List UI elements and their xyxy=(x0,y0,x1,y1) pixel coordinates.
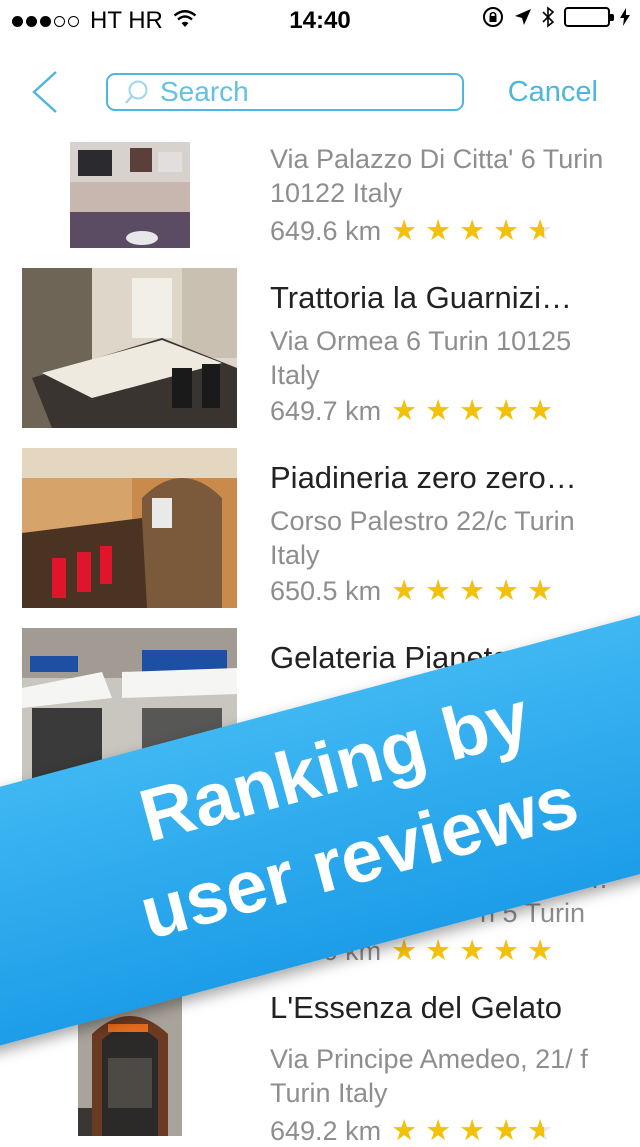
bluetooth-icon xyxy=(542,6,554,28)
star-icon: ★ xyxy=(391,935,418,967)
search-icon xyxy=(125,80,148,104)
restaurant-meta: 649.2 km ★ ★ ★ ★ ★ xyxy=(270,1116,561,1147)
cancel-button[interactable]: Cancel xyxy=(508,76,598,109)
star-icon: ★ xyxy=(527,935,554,967)
star-icon: ★ xyxy=(391,1115,418,1147)
restaurant-distance: 649.6 km xyxy=(270,216,382,246)
search-field[interactable]: Search xyxy=(106,73,464,111)
back-button[interactable] xyxy=(28,70,62,114)
orientation-lock-icon xyxy=(482,6,504,28)
status-bar: HT HR 14:40 xyxy=(0,0,640,40)
rating-stars: ★ ★ ★ ★ ★ xyxy=(391,577,561,606)
star-icon: ★ xyxy=(493,395,520,427)
restaurant-distance: 649.2 km xyxy=(270,1116,382,1146)
star-icon: ★ xyxy=(493,1115,520,1147)
rating-stars: ★ ★ ★ ★ ★ xyxy=(391,397,561,426)
rating-stars: ★ ★ ★ ★ ★ xyxy=(391,937,561,966)
star-icon: ★ xyxy=(425,935,452,967)
star-icon: ★ xyxy=(459,215,486,247)
star-icon: ★ xyxy=(391,395,418,427)
list-item[interactable]: Via Palazzo Di Citta' 6 Turin 10122 Ital… xyxy=(0,138,640,262)
star-icon: ★ xyxy=(493,575,520,607)
restaurant-name: Trattoria la Guarnizi… xyxy=(270,280,573,315)
restaurant-name: Piadineria zero zero… xyxy=(270,460,577,495)
star-icon: ★ xyxy=(493,935,520,967)
star-icon: ★ xyxy=(527,395,554,427)
star-icon: ★ xyxy=(459,1115,486,1147)
status-right xyxy=(472,6,630,28)
restaurant-distance: 649.7 km xyxy=(270,396,382,426)
star-icon: ★ xyxy=(459,935,486,967)
search-placeholder: Search xyxy=(160,76,249,107)
star-icon: ★ xyxy=(425,575,452,607)
half-star-icon: ★ xyxy=(527,217,561,247)
star-icon: ★ xyxy=(391,215,418,247)
battery-icon xyxy=(564,7,614,27)
star-icon: ★ xyxy=(391,575,418,607)
restaurant-address: Via Principe Amedeo, 21/ f Turin Italy xyxy=(270,1044,588,1108)
restaurant-photo xyxy=(70,142,190,248)
rating-stars: ★ ★ ★ ★ ★ xyxy=(391,215,561,247)
restaurant-name: L'Essenza del Gelato xyxy=(270,990,562,1025)
charging-icon xyxy=(620,8,630,26)
restaurant-address: Via Palazzo Di Citta' 6 Turin 10122 Ital… xyxy=(270,144,604,208)
list-item[interactable]: Trattoria la Guarnizi… Via Ormea 6 Turin… xyxy=(0,266,640,442)
restaurant-photo xyxy=(22,448,237,608)
half-star-icon: ★ xyxy=(527,1117,561,1147)
rating-stars: ★ ★ ★ ★ ★ xyxy=(391,1115,561,1147)
navigation-bar: Search Cancel xyxy=(0,40,640,138)
star-icon: ★ xyxy=(459,395,486,427)
restaurant-distance: 650.5 km xyxy=(270,576,382,606)
star-icon: ★ xyxy=(459,575,486,607)
location-icon xyxy=(514,8,532,26)
star-icon: ★ xyxy=(425,215,452,247)
star-icon: ★ xyxy=(493,215,520,247)
restaurant-meta: 650.5 km ★ ★ ★ ★ ★ xyxy=(270,576,561,607)
star-icon: ★ xyxy=(425,1115,452,1147)
restaurant-meta: 649.7 km ★ ★ ★ ★ ★ xyxy=(270,396,561,427)
list-item[interactable]: Piadineria zero zero… Corso Palestro 22/… xyxy=(0,446,640,622)
restaurant-address: Via Ormea 6 Turin 10125 Italy xyxy=(270,326,572,390)
restaurant-photo xyxy=(22,268,237,428)
restaurant-address: Corso Palestro 22/c Turin Italy xyxy=(270,506,575,570)
chevron-left-icon xyxy=(32,71,57,113)
star-icon: ★ xyxy=(527,575,554,607)
restaurant-meta: 649.6 km ★ ★ ★ ★ ★ xyxy=(270,216,561,247)
star-icon: ★ xyxy=(425,395,452,427)
